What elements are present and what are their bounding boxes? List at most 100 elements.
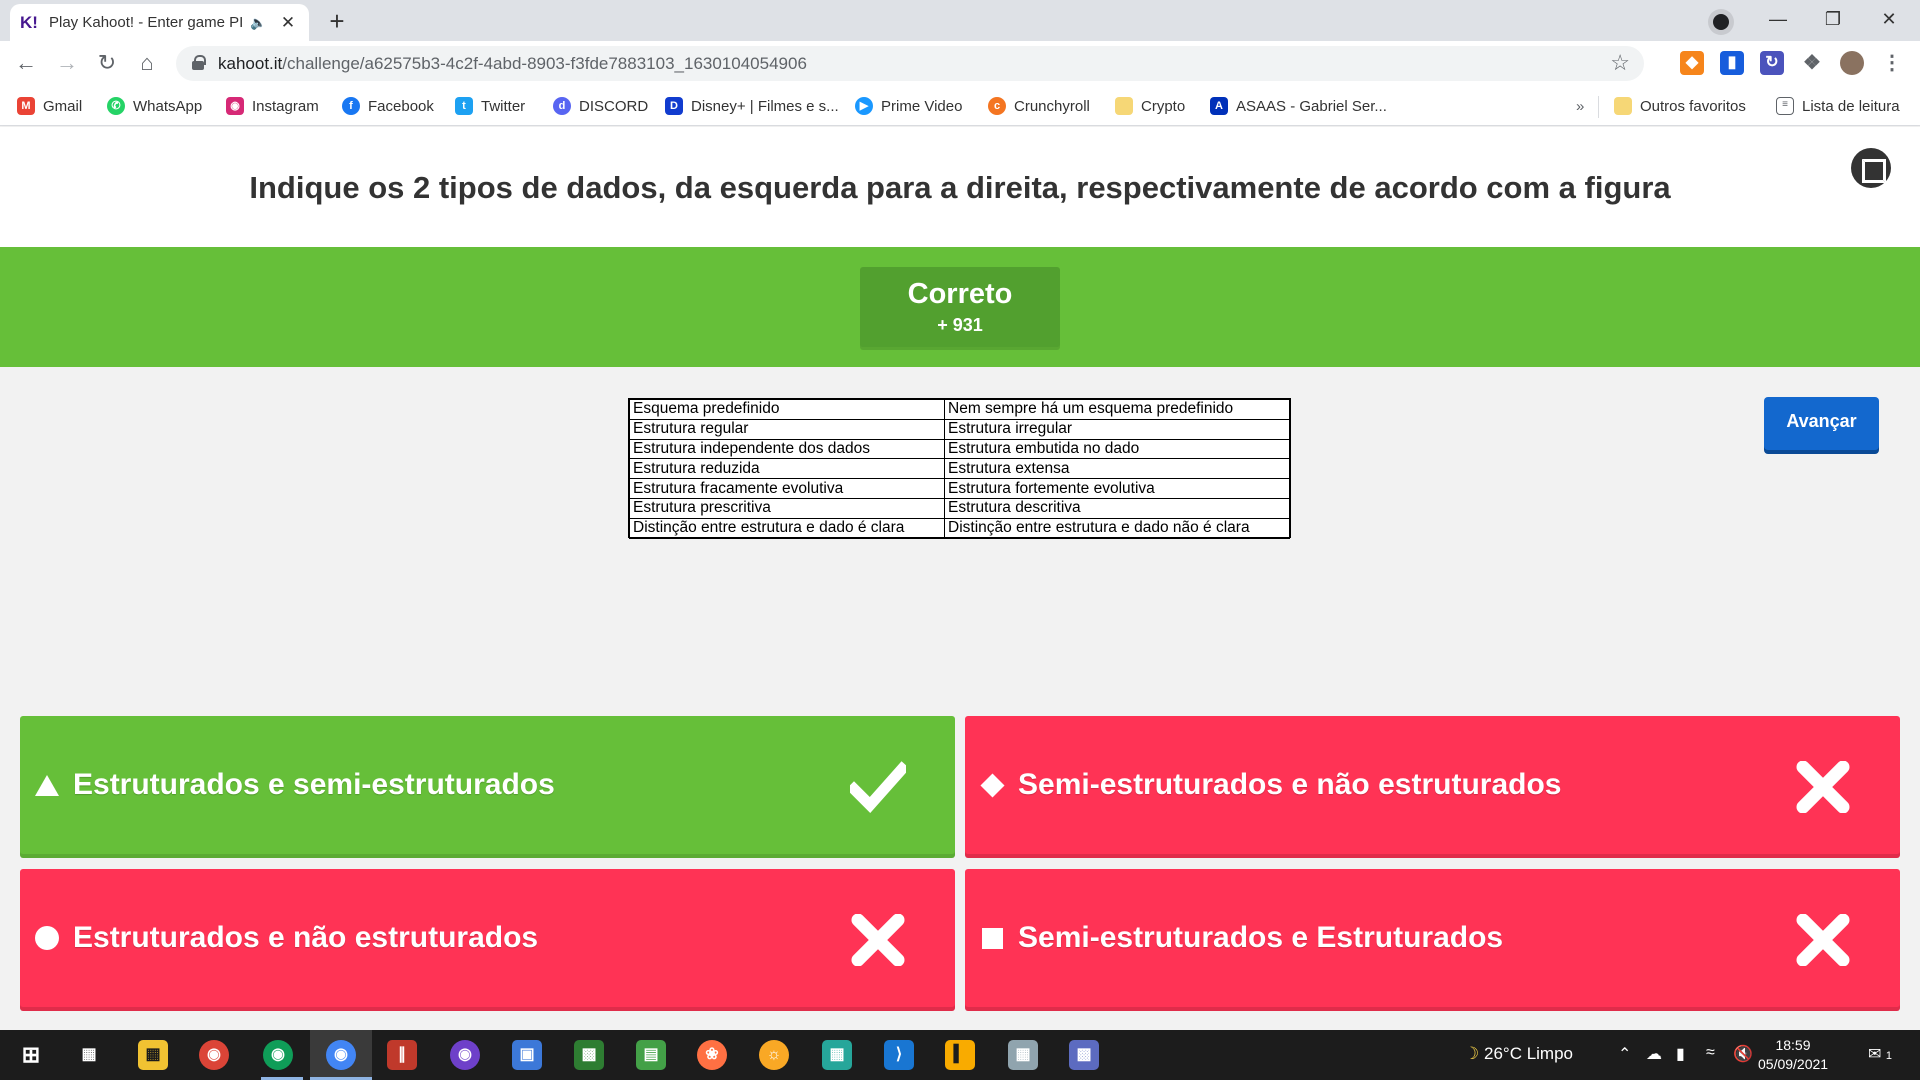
answer-option-diamond[interactable]: Semi-estruturados e não estruturados <box>965 716 1900 858</box>
home-icon[interactable]: ⌂ <box>131 47 163 79</box>
close-tab-icon[interactable]: ✕ <box>280 13 296 33</box>
network-app-icon[interactable]: ▣ <box>512 1040 542 1070</box>
file-explorer-icon[interactable]: ▦ <box>138 1040 168 1070</box>
prime-video-icon: ▶ <box>855 97 873 115</box>
square-icon <box>982 928 1003 949</box>
table-row: Estrutura reduzida Estrutura extensa <box>629 458 1290 480</box>
bookmark-instagram[interactable]: ◉ Instagram <box>226 96 319 116</box>
result-box: Correto + 931 <box>860 267 1060 347</box>
kahoot-favicon-icon: K! <box>20 12 38 32</box>
bitwarden-extension-icon[interactable]: ▮ <box>1720 51 1744 75</box>
answer-option-circle[interactable]: Estruturados e não estruturados <box>20 869 955 1011</box>
sun-app-icon[interactable]: ☼ <box>759 1040 789 1070</box>
reading-list[interactable]: ≡ Lista de leitura <box>1776 96 1900 116</box>
remote-desktop-icon[interactable]: ▩ <box>1069 1040 1099 1070</box>
next-button[interactable]: Avançar <box>1764 397 1879 450</box>
table-cell-left: Esquema predefinido <box>629 399 945 420</box>
battery-icon[interactable]: ▮ <box>1676 1044 1685 1064</box>
table-cell-right: Estrutura embutida no dado <box>944 438 1290 460</box>
forward-icon[interactable]: → <box>51 47 83 79</box>
whatsapp-icon: ✆ <box>107 97 125 115</box>
bookmark-gmail[interactable]: M Gmail <box>17 96 82 116</box>
bookmark-crunchyroll[interactable]: c Crunchyroll <box>988 96 1090 116</box>
profile-avatar[interactable] <box>1840 51 1864 75</box>
cast-extension-icon[interactable]: ↻ <box>1760 51 1784 75</box>
table-row: Esquema predefinido Nem sempre há um esqu… <box>629 399 1290 420</box>
moon-icon: ☽ <box>1464 1044 1480 1063</box>
url-text[interactable]: kahoot.it/challenge/a62575b3-4c2f-4abd-8… <box>218 54 807 74</box>
browser-tab[interactable]: K! Play Kahoot! - Enter game PIN 🔈 ✕ <box>10 4 309 41</box>
chrome-profile-icon[interactable]: ◉ <box>263 1040 293 1070</box>
bookmark-folder-crypto[interactable]: Crypto <box>1115 96 1185 116</box>
comparison-table: Esquema predefinido Nem sempre há um esqu… <box>629 399 1290 539</box>
volume-muted-icon[interactable]: 🔇 <box>1733 1044 1753 1064</box>
answer-option-triangle[interactable]: Estruturados e semi-estruturados <box>20 716 955 858</box>
packet-app-icon[interactable]: ▩ <box>574 1040 604 1070</box>
task-view-icon[interactable]: ▦ <box>74 1040 104 1070</box>
reload-icon[interactable]: ↻ <box>91 47 123 79</box>
bookmark-whatsapp[interactable]: ✆ WhatsApp <box>107 96 202 116</box>
triangle-icon <box>35 775 59 796</box>
table-cell-right: Estrutura fortemente evolutiva <box>944 478 1290 499</box>
lock-icon[interactable] <box>192 55 206 70</box>
restore-button[interactable]: ❐ <box>1813 4 1853 34</box>
browser-menu-icon[interactable]: ⋮ <box>1880 51 1904 75</box>
table-cell-right: Estrutura irregular <box>944 418 1290 440</box>
reading-list-icon: ≡ <box>1776 97 1794 115</box>
weather-widget[interactable]: ☽ 26°C Limpo <box>1464 1044 1573 1064</box>
bookmark-prime-video[interactable]: ▶ Prime Video <box>855 96 962 116</box>
tab-search-icon[interactable] <box>1708 9 1734 35</box>
speaker-icon[interactable]: 🔈 <box>250 15 266 31</box>
bookmark-facebook[interactable]: f Facebook <box>342 96 434 116</box>
github-desktop-icon[interactable]: ◉ <box>450 1040 480 1070</box>
dev-tool-icon[interactable]: ▦ <box>822 1040 852 1070</box>
table-cell-left: Estrutura fracamente evolutiva <box>629 478 945 499</box>
facebook-icon: f <box>342 97 360 115</box>
sheet-app-icon[interactable]: ▤ <box>636 1040 666 1070</box>
wifi-icon[interactable]: ≈ <box>1706 1044 1715 1062</box>
spreadsheet-app-icon[interactable]: ▦ <box>1008 1040 1038 1070</box>
answer-option-square[interactable]: Semi-estruturados e Estruturados <box>965 869 1900 1011</box>
table-cell-left: Estrutura independente dos dados <box>629 438 945 460</box>
browser-toolbar: ← → ↻ ⌂ kahoot.it/challenge/a62575b3-4c2… <box>0 41 1920 86</box>
disney-icon: D <box>665 97 683 115</box>
asaas-icon: A <box>1210 97 1228 115</box>
vscode-icon[interactable]: ⟩ <box>884 1040 914 1070</box>
bookmark-asaas[interactable]: A ASAAS - Gabriel Ser... <box>1210 96 1387 116</box>
new-tab-button[interactable]: + <box>321 6 353 38</box>
other-favorites-folder[interactable]: Outros favoritos <box>1614 96 1746 116</box>
minimize-button[interactable]: — <box>1758 4 1798 34</box>
taskbar-clock[interactable]: 18:59 05/09/2021 <box>1758 1036 1828 1074</box>
show-hidden-icons-chevron[interactable]: ⌃ <box>1618 1044 1631 1064</box>
answer-text: Semi-estruturados e Estruturados <box>1018 921 1504 954</box>
bookmark-disney-plus[interactable]: D Disney+ | Filmes e s... <box>665 96 839 116</box>
address-bar[interactable]: kahoot.it/challenge/a62575b3-4c2f-4abd-8… <box>176 46 1644 81</box>
power-bi-icon[interactable]: ▍ <box>945 1040 975 1070</box>
bookmark-discord[interactable]: d DISCORD <box>553 96 648 116</box>
table-cell-left: Estrutura prescritiva <box>629 497 945 519</box>
answer-text: Semi-estruturados e não estruturados <box>1018 768 1562 801</box>
table-cell-left: Estrutura reduzida <box>629 458 945 480</box>
twitter-icon: t <box>455 97 473 115</box>
table-cell-left: Estrutura regular <box>629 418 945 440</box>
back-icon[interactable]: ← <box>10 47 42 79</box>
close-window-button[interactable]: ✕ <box>1869 4 1909 34</box>
chrome-active-window-icon[interactable]: ◉ <box>326 1040 356 1070</box>
result-title: Correto <box>907 278 1013 310</box>
winrar-icon[interactable]: ∥ <box>387 1040 417 1070</box>
more-bookmarks-chevron[interactable]: » <box>1576 96 1584 116</box>
extensions-puzzle-icon[interactable]: ❖ <box>1800 51 1824 75</box>
cross-icon <box>1796 914 1850 966</box>
metamask-extension-icon[interactable]: ◆ <box>1680 51 1704 75</box>
tab-title: Play Kahoot! - Enter game PIN <box>49 14 244 31</box>
table-row: Estrutura regular Estrutura irregular <box>629 418 1290 440</box>
chrome-icon[interactable]: ◉ <box>199 1040 229 1070</box>
bookmark-twitter[interactable]: t Twitter <box>455 96 525 116</box>
figma-like-icon[interactable]: ❀ <box>697 1040 727 1070</box>
bookmark-star-icon[interactable]: ☆ <box>1610 50 1630 76</box>
windows-start-icon[interactable]: ⊞ <box>16 1040 46 1070</box>
answer-text: Estruturados e não estruturados <box>73 921 539 954</box>
fullscreen-icon[interactable] <box>1851 148 1891 188</box>
notifications-icon[interactable]: ✉ 1 <box>1868 1044 1892 1064</box>
onedrive-cloud-icon[interactable]: ☁ <box>1646 1044 1662 1064</box>
